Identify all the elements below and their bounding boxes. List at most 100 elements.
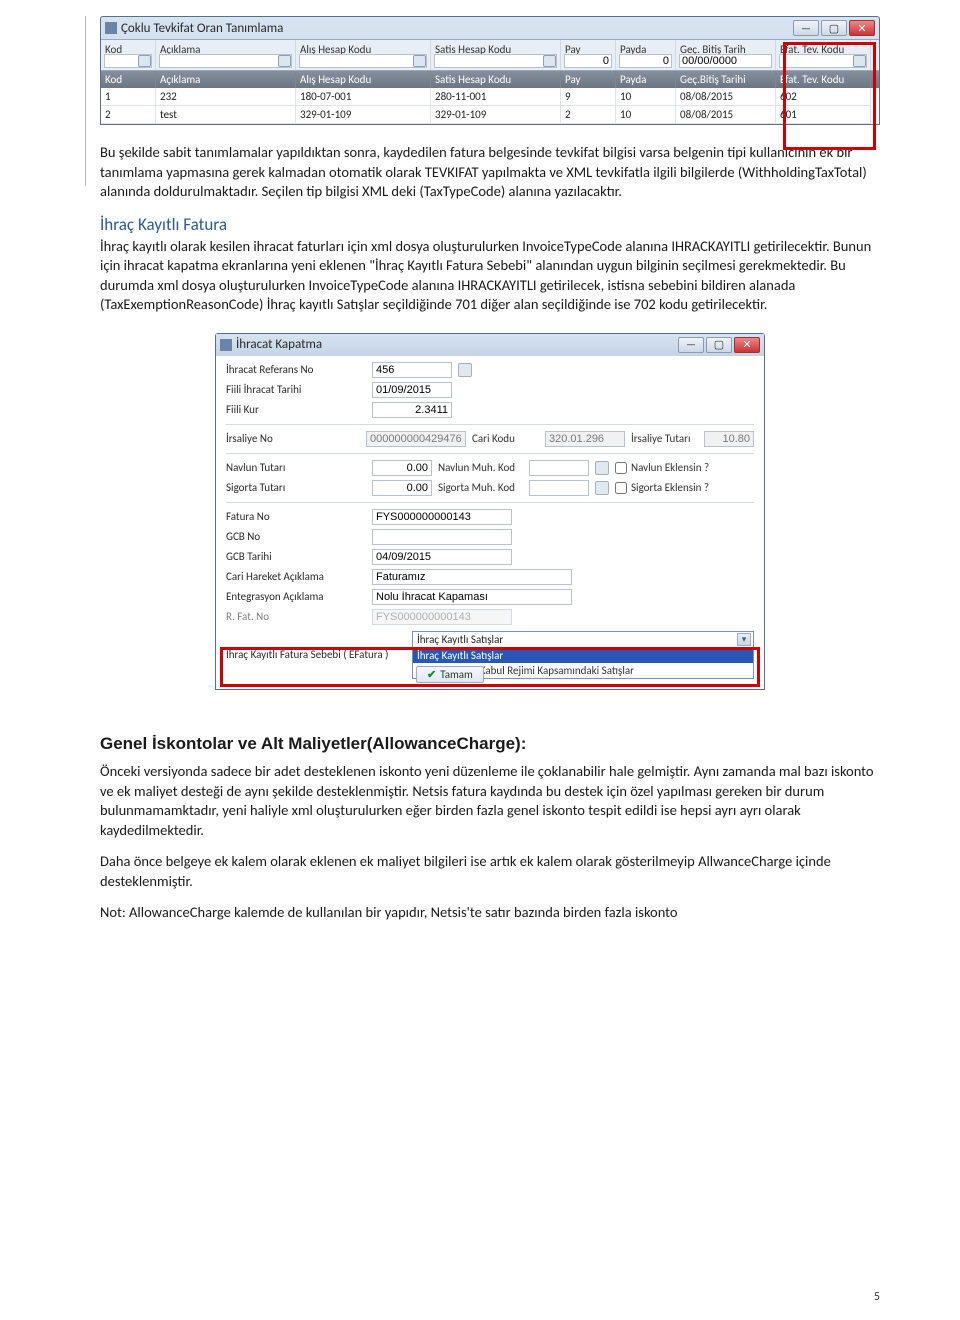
paragraph: İhraç kayıtlı olarak kesilen ihracat fat…	[100, 237, 880, 315]
input-irsno	[366, 431, 466, 447]
input-carikodu	[545, 431, 625, 447]
label-refno: İhracat Referans No	[226, 363, 366, 376]
paragraph: Bu şekilde sabit tanımlamalar yapıldıkta…	[100, 143, 880, 202]
cell-efat: 602	[776, 88, 871, 106]
cell-pay: 2	[561, 106, 616, 124]
window-titlebar[interactable]: Çoklu Tevkifat Oran Tanımlama — ▢ ✕	[101, 17, 879, 39]
lookup-icon[interactable]	[138, 55, 151, 67]
input-cha[interactable]	[372, 569, 572, 585]
label-sigortakod: Sigorta Muh. Kod	[438, 481, 523, 494]
chevron-down-icon: ▾	[737, 633, 751, 646]
lookup-icon[interactable]	[853, 55, 866, 67]
paragraph: Daha önce belgeye ek kalem olarak eklene…	[100, 852, 880, 891]
system-icon	[105, 22, 117, 34]
input-navlun[interactable]	[372, 460, 432, 476]
input-sigorta[interactable]	[372, 480, 432, 496]
window-tevkifat: Çoklu Tevkifat Oran Tanımlama — ▢ ✕ Kod …	[100, 16, 880, 125]
label-carikodu: Cari Kodu	[472, 432, 539, 445]
filter-satis[interactable]	[434, 54, 557, 68]
input-kur[interactable]	[372, 402, 452, 418]
cell-pay: 9	[561, 88, 616, 106]
cell-alis: 180-07-001	[296, 88, 431, 106]
hdr-efat: Efat. Tev. Kodu	[776, 71, 871, 88]
label-irsno: İrsaliye No	[226, 432, 360, 445]
label-gcbno: GCB No	[226, 530, 366, 543]
grid-header: Kod Açıklama Alış Hesap Kodu Satis Hesap…	[101, 71, 879, 88]
input-navlunkod[interactable]	[529, 460, 589, 476]
hdr-payda: Payda	[616, 71, 676, 88]
heading-allowance-charge: Genel İskontolar ve Alt Maliyetler(Allow…	[100, 734, 880, 754]
hdr-pay: Pay	[561, 71, 616, 88]
cell-payda: 10	[616, 106, 676, 124]
close-button[interactable]: ✕	[734, 337, 760, 353]
divider	[226, 502, 754, 503]
filter-payda[interactable]	[619, 54, 672, 68]
grid-row[interactable]: 1 232 180-07-001 280-11-001 9 10 08/08/2…	[101, 88, 879, 106]
check-icon: ✔	[427, 668, 436, 681]
hdr-aciklama: Açıklama	[156, 71, 296, 88]
label-fatno: Fatura No	[226, 510, 366, 523]
label-ihrac-sebebi: İhraç Kayıtlı Fatura Sebebi ( EFatura )	[226, 648, 406, 661]
input-gcbtarih[interactable]	[372, 549, 512, 565]
input-tarih[interactable]	[372, 382, 452, 398]
input-fatno[interactable]	[372, 509, 512, 525]
maximize-button[interactable]: ▢	[821, 20, 847, 36]
hdr-alis: Alış Hesap Kodu	[296, 71, 431, 88]
cell-gbt: 08/08/2015	[676, 88, 776, 106]
cell-payda: 10	[616, 88, 676, 106]
filter-gbt[interactable]	[679, 54, 772, 68]
minimize-button[interactable]: —	[678, 337, 704, 353]
filter-aciklama[interactable]	[159, 54, 292, 68]
cell-gbt: 08/08/2015	[676, 106, 776, 124]
checkbox-navlun-eklensin[interactable]: Navlun Eklensin ?	[615, 461, 709, 474]
label-navlunkod: Navlun Muh. Kod	[438, 461, 523, 474]
paragraph: Önceki versiyonda sadece bir adet destek…	[100, 762, 880, 840]
cell-satis: 329-01-109	[431, 106, 561, 124]
label-cha: Cari Hareket Açıklama	[226, 570, 366, 583]
hdr-kod: Kod	[101, 71, 156, 88]
label-ent: Entegrasyon Açıklama	[226, 590, 366, 603]
cell-kod: 2	[101, 106, 156, 124]
label-sigorta: Sigorta Tutarı	[226, 481, 366, 494]
filter-row: Kod Açıklama Alış Hesap Kodu Satis Hesap…	[101, 39, 879, 71]
page-margin-line	[85, 16, 86, 186]
filter-alis[interactable]	[299, 54, 427, 68]
label-tarih: Fiili İhracat Tarihi	[226, 383, 366, 396]
divider	[226, 424, 754, 425]
label-navlun: Navlun Tutarı	[226, 461, 366, 474]
dropdown-ihrac-sebebi[interactable]: İhraç Kayıtlı Satışlar ▾	[412, 631, 754, 648]
label-irstutar: İrsaliye Tutarı	[631, 432, 698, 445]
lookup-icon[interactable]	[413, 55, 426, 67]
lookup-icon[interactable]	[458, 363, 472, 377]
window-titlebar[interactable]: İhracat Kapatma — ▢ ✕	[216, 334, 764, 356]
checkbox-sigorta-eklensin[interactable]: Sigorta Eklensin ?	[615, 481, 709, 494]
dropdown-option[interactable]: İhraç Kayıtlı Satışlar	[413, 648, 753, 663]
input-ent[interactable]	[372, 589, 572, 605]
close-button[interactable]: ✕	[849, 20, 875, 36]
minimize-button[interactable]: —	[793, 20, 819, 36]
cell-acik: test	[156, 106, 296, 124]
ok-button[interactable]: ✔Tamam	[416, 666, 484, 683]
lookup-icon[interactable]	[543, 55, 556, 67]
input-gcbno[interactable]	[372, 529, 512, 545]
input-sigortakod[interactable]	[529, 480, 589, 496]
lookup-icon[interactable]	[595, 461, 609, 475]
cell-kod: 1	[101, 88, 156, 106]
maximize-button[interactable]: ▢	[706, 337, 732, 353]
input-obscured	[372, 609, 512, 625]
divider	[226, 453, 754, 454]
grid-row[interactable]: 2 test 329-01-109 329-01-109 2 10 08/08/…	[101, 106, 879, 124]
paragraph: Not: AllowanceCharge kalemde de kullanıl…	[100, 903, 880, 923]
window-ihracat-kapatma: İhracat Kapatma — ▢ ✕ İhracat Referans N…	[215, 333, 765, 690]
subheading-ihrac: İhraç Kayıtlı Fatura	[100, 214, 880, 235]
label-obscured: R. Fat. No	[226, 610, 366, 623]
lookup-icon[interactable]	[595, 481, 609, 495]
cell-satis: 280-11-001	[431, 88, 561, 106]
input-refno[interactable]	[372, 362, 452, 378]
hdr-satis: Satis Hesap Kodu	[431, 71, 561, 88]
hdr-gbt: Geç.Bitiş Tarihi	[676, 71, 776, 88]
system-icon	[220, 339, 232, 351]
lookup-icon[interactable]	[278, 55, 291, 67]
input-irstutar	[704, 431, 754, 447]
filter-pay[interactable]	[564, 54, 612, 68]
